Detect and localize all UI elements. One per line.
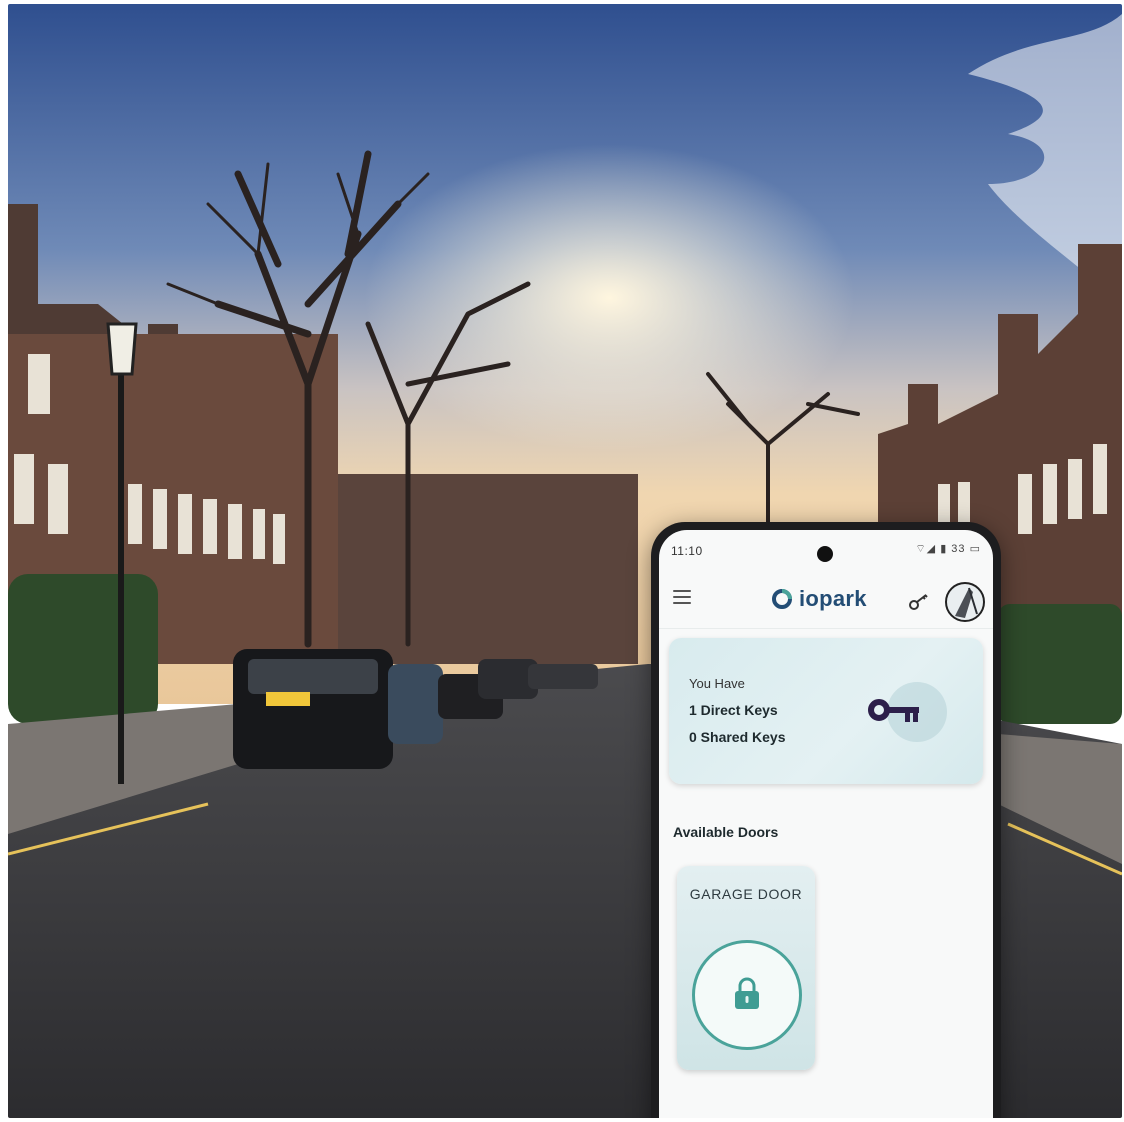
status-bar: 11:10 ⌔◢ ▮ 33 ▭ — [659, 530, 993, 570]
app-logo: iopark — [771, 584, 867, 614]
background-photo: 11:10 ⌔◢ ▮ 33 ▭ iopark You Have 1 Direct… — [8, 4, 1122, 1118]
logo-icon — [772, 589, 792, 609]
key-icon[interactable] — [907, 592, 931, 612]
front-camera — [817, 546, 833, 562]
direct-keys-count: 1 Direct Keys — [689, 702, 778, 718]
status-icons: ⌔◢ ▮ 33 ▭ — [915, 543, 981, 555]
key-icon — [868, 699, 919, 722]
door-card-garage[interactable]: GARAGE DOOR — [677, 866, 815, 1070]
shared-keys-count: 0 Shared Keys — [689, 729, 786, 745]
app-screen: 11:10 ⌔◢ ▮ 33 ▭ iopark You Have 1 Direct… — [659, 530, 993, 1118]
unlock-button[interactable] — [692, 940, 802, 1050]
available-doors-heading: Available Doors — [673, 824, 779, 840]
smartphone: 11:10 ⌔◢ ▮ 33 ▭ iopark You Have 1 Direct… — [651, 522, 1001, 1118]
door-name: GARAGE DOOR — [689, 886, 803, 902]
hamburger-menu-icon[interactable] — [673, 590, 691, 604]
app-header: iopark — [659, 570, 993, 629]
keys-card-title: You Have — [689, 676, 745, 691]
lock-icon — [735, 977, 759, 1009]
keys-summary-card[interactable]: You Have 1 Direct Keys 0 Shared Keys — [669, 638, 983, 784]
avatar-image — [955, 587, 978, 618]
logo-text: iopark — [799, 586, 867, 611]
status-time: 11:10 — [671, 544, 703, 558]
avatar[interactable] — [945, 582, 985, 622]
keys-card-key-icon — [861, 682, 951, 744]
